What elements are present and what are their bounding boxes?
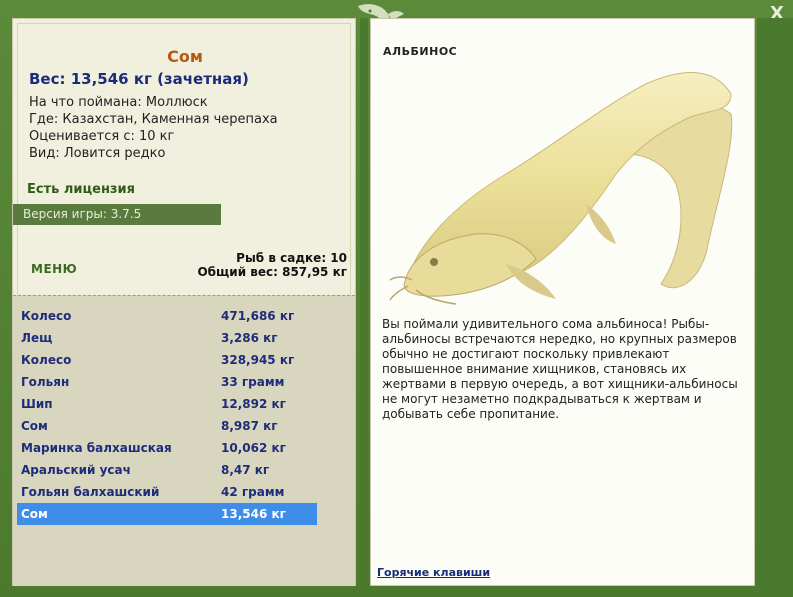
fish-detail-panel: АЛЬБИНОС Вы поймали удивительного сома а…	[370, 18, 755, 586]
version-bar: Версия игры: 3.7.5	[13, 204, 221, 225]
list-item-selected[interactable]: Сом 13,546 кг	[17, 503, 317, 525]
location-info: Где: Казахстан, Каменная черепаха	[29, 112, 278, 127]
fish-weight: Вес: 13,546 кг (зачетная)	[29, 70, 249, 88]
hotkeys-link[interactable]: Горячие клавиши	[377, 566, 490, 579]
list-item[interactable]: Лещ 3,286 кг	[17, 327, 317, 349]
menu-button[interactable]: МЕНЮ	[31, 262, 77, 276]
keep-total-weight: Общий вес: 857,95 кг	[197, 265, 347, 279]
list-item[interactable]: Маринка балхашская 10,062 кг	[17, 437, 317, 459]
catch-list: Колесо 471,686 кг Лещ 3,286 кг Колесо 32…	[13, 295, 355, 586]
rating-info: Оценивается с: 10 кг	[29, 129, 175, 144]
list-item[interactable]: Шип 12,892 кг	[17, 393, 317, 415]
fish-title: Сом	[167, 47, 203, 66]
keep-count: Рыб в садке: 10	[236, 251, 347, 265]
frame-right-edge	[757, 18, 793, 586]
rarity-info: Вид: Ловится редко	[29, 146, 166, 161]
keep-stats: Рыб в садке: 10 Общий вес: 857,95 кг	[197, 251, 347, 279]
list-item[interactable]: Сом 8,987 кг	[17, 415, 317, 437]
fish-description: Вы поймали удивительного сома альбиноса!…	[382, 317, 738, 421]
list-item[interactable]: Колесо 328,945 кг	[17, 349, 317, 371]
list-item[interactable]: Гольян балхашский 42 грамм	[17, 481, 317, 503]
list-item[interactable]: Гольян 33 грамм	[17, 371, 317, 393]
list-item[interactable]: Аральский усач 8,47 кг	[17, 459, 317, 481]
license-status: Есть лицензия	[27, 182, 135, 197]
panel-divider	[360, 18, 368, 586]
fish-info-panel: Сом Вес: 13,546 кг (зачетная) На что пой…	[12, 18, 356, 586]
bait-info: На что поймана: Моллюск	[29, 95, 208, 110]
albino-catfish-image	[389, 72, 733, 305]
list-item[interactable]: Колесо 471,686 кг	[17, 305, 317, 327]
